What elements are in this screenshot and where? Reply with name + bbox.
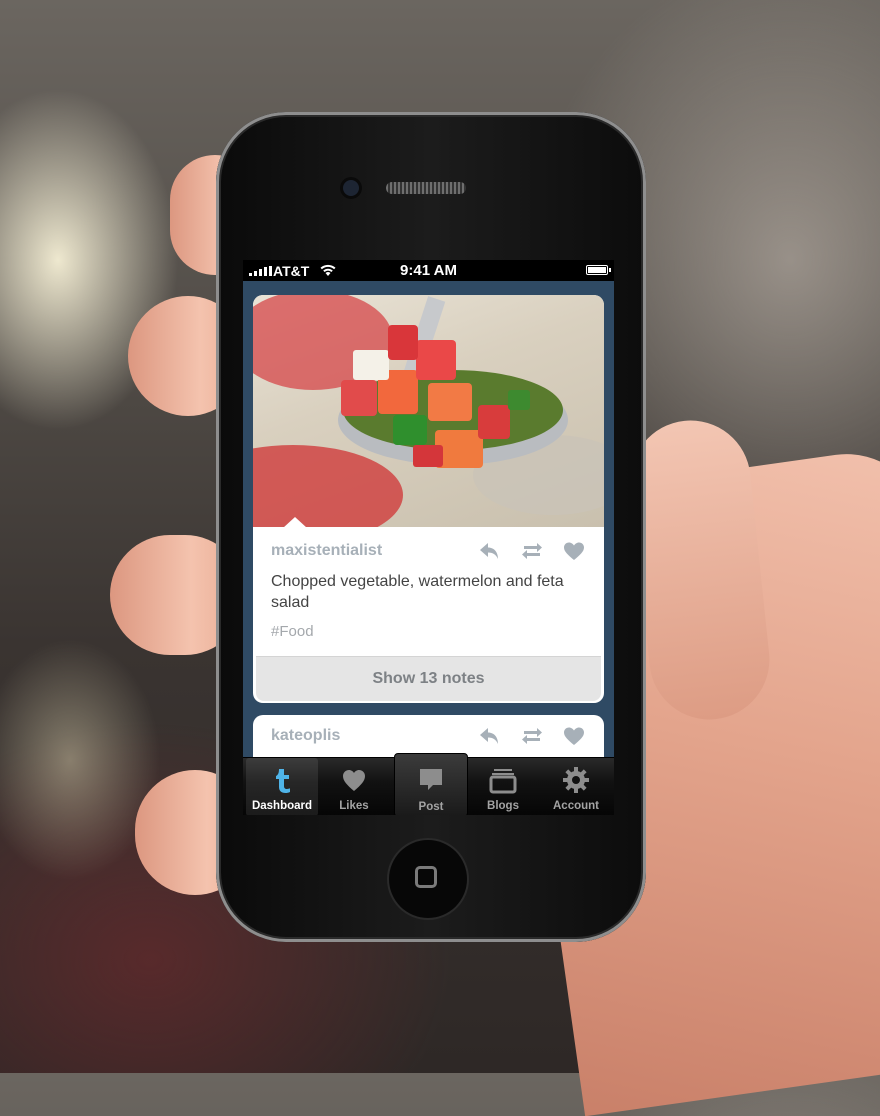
tab-dashboard[interactable]: Dashboard	[246, 758, 318, 815]
post-username[interactable]: maxistentialist	[271, 542, 478, 560]
post-photo-salad[interactable]	[253, 295, 604, 527]
show-notes-button[interactable]: Show 13 notes	[256, 656, 601, 701]
tab-blogs[interactable]: Blogs	[467, 758, 539, 815]
heart-icon	[343, 770, 365, 791]
post-card: maxistentialist Chopped vegetable, water…	[253, 295, 604, 703]
tab-account[interactable]: Account	[540, 758, 612, 815]
reblog-icon[interactable]	[520, 725, 544, 747]
stacked-folders-icon	[489, 769, 517, 794]
reblog-icon[interactable]	[520, 540, 544, 562]
battery-icon	[586, 265, 611, 275]
like-heart-icon[interactable]	[562, 540, 586, 562]
tab-label: Blogs	[487, 800, 519, 812]
home-button-square-icon	[415, 866, 437, 888]
tab-label: Post	[418, 801, 444, 813]
app-screen: AT&T 9:41 AM maxistentialist Chopped veg…	[243, 260, 614, 815]
tab-label: Account	[553, 800, 599, 812]
tab-bar: Dashboard Likes Post Blogs Account	[243, 753, 614, 815]
reply-icon[interactable]	[478, 540, 502, 562]
tumblr-t-icon	[276, 769, 290, 793]
post-header: kateoplis	[271, 725, 586, 747]
post-tag[interactable]: #Food	[271, 623, 314, 640]
post-username[interactable]: kateoplis	[271, 727, 478, 745]
like-heart-icon[interactable]	[562, 725, 586, 747]
post-caption: Chopped vegetable, watermelon and feta s…	[271, 573, 564, 611]
tab-label: Likes	[339, 800, 369, 812]
speech-bubble-icon	[420, 769, 442, 790]
tab-post[interactable]: Post	[394, 753, 468, 815]
tab-likes[interactable]: Likes	[318, 758, 390, 815]
gear-icon	[563, 767, 589, 793]
status-bar: AT&T 9:41 AM	[243, 260, 614, 281]
post-actions	[478, 725, 586, 747]
post-header: maxistentialist	[271, 540, 586, 562]
reply-icon[interactable]	[478, 725, 502, 747]
earpiece-speaker	[386, 182, 466, 194]
post-actions	[478, 540, 586, 562]
photo-caption-pointer	[283, 517, 307, 527]
home-button[interactable]	[389, 840, 467, 918]
status-time: 9:41 AM	[400, 262, 457, 279]
tab-label: Dashboard	[251, 800, 313, 812]
front-camera	[343, 180, 359, 196]
